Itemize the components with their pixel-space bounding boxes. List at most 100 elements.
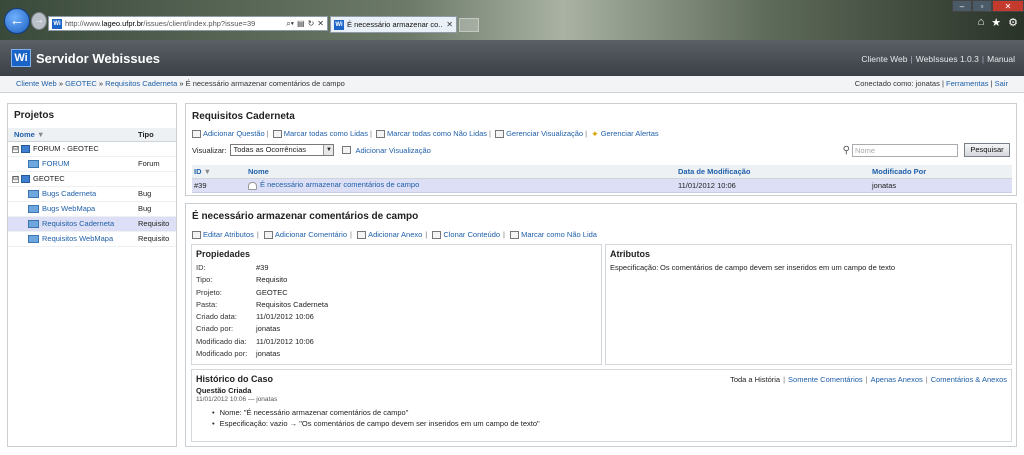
settings-gear-icon[interactable]: ⚙ (1008, 16, 1018, 29)
breadcrumb-geotec[interactable]: GEOTEC (65, 79, 97, 88)
history-user: jonatas (256, 396, 278, 403)
detail-toolbar: Editar Atributos | Adicionar Comentário | … (192, 230, 597, 240)
add-comment-link[interactable]: Adicionar Comentário (275, 230, 347, 239)
forward-arrow-icon[interactable]: → (31, 12, 47, 30)
prop-row: Criado por: jonatas (196, 324, 281, 334)
prop-row: Projeto: GEOTEC (196, 287, 288, 297)
browser-chrome: ← → Wi http://www.lageo.ufpr.br/issues/c… (0, 0, 1024, 40)
add-attachment-link[interactable]: Adicionar Anexo (368, 230, 422, 239)
prop-row: Tipo: Requisito (196, 275, 288, 285)
folder-row-bugs-caderneta[interactable]: Bugs Caderneta Bug (8, 186, 176, 202)
paperclip-icon (357, 231, 367, 240)
prop-row: Pasta: Requisitos Caderneta (196, 299, 329, 309)
project-row-geotec[interactable]: ⊟ GEOTEC (8, 171, 176, 187)
new-tab-button[interactable] (459, 18, 479, 32)
add-view-link[interactable]: Adicionar Visualização (355, 146, 430, 155)
prop-row: Modificado por: jonatas (196, 349, 281, 359)
comment-icon (263, 231, 273, 240)
col-modified-header[interactable]: Data de Modificação (676, 165, 870, 179)
close-window-icon[interactable]: ✕ (992, 0, 1024, 12)
attributes-title: Atributos (610, 249, 650, 259)
folder-row-requisitos-webmapa[interactable]: Requisitos WebMapa Requisito (8, 231, 176, 247)
issue-link[interactable]: É necessário armazenar comentários de ca… (260, 180, 419, 189)
stop-icon[interactable]: ✕ (317, 19, 324, 28)
prop-row: Modificado dia: 11/01/2012 10:06 (196, 336, 314, 346)
mark-all-unread-link[interactable]: Marcar todas como Não Lidas (387, 129, 487, 138)
breadcrumb: Cliente Web » GEOTEC » Requisitos Cadern… (16, 79, 345, 88)
folder-row-bugs-webmapa[interactable]: Bugs WebMapa Bug (8, 201, 176, 217)
folder-row-requisitos-caderneta[interactable]: Requisitos Caderneta Requisito (8, 216, 176, 232)
history-filters: Toda a História | Somente Comentários | Apen… (730, 375, 1007, 384)
search-box: ⚲ Nome Pesquisar (843, 143, 1010, 157)
history-changes: Nome: "É necessário armazenar comentário… (192, 408, 1011, 430)
issue-detail-panel: É necessário armazenar comentários de ca… (185, 203, 1017, 447)
history-filter-comments[interactable]: Somente Comentários (788, 375, 863, 384)
sair-link[interactable]: Sair (995, 79, 1008, 88)
view-selector: Visualizar: Todas as Ocorrências ▼ Adicio… (192, 144, 431, 156)
col-name-header[interactable]: Nome (246, 165, 676, 179)
chevron-down-icon: ▼ (323, 145, 334, 155)
manage-views-icon (495, 130, 505, 139)
header-link-cliente-web[interactable]: Cliente Web (861, 54, 907, 64)
header-link-manual[interactable]: Manual (987, 54, 1015, 64)
folder-row-forum[interactable]: FORUM Forum (8, 156, 176, 172)
history-filter-both[interactable]: Comentários & Anexos (931, 375, 1007, 384)
folder-icon (28, 235, 39, 243)
mark-all-read-link[interactable]: Marcar todas como Lidas (284, 129, 368, 138)
breadcrumb-cliente-web[interactable]: Cliente Web (16, 79, 57, 88)
folder-icon (28, 160, 39, 168)
manage-views-link[interactable]: Gerenciar Visualização (506, 129, 583, 138)
list-toolbar: Adicionar Questão | Marcar todas como Lid… (192, 129, 659, 140)
mark-read-icon (272, 130, 282, 139)
issue-list-panel: Requisitos Caderneta Adicionar Questão | … (185, 103, 1017, 196)
breadcrumb-requisitos[interactable]: Requisitos Caderneta (105, 79, 177, 88)
manage-alerts-link[interactable]: Gerenciar Alertas (601, 129, 659, 138)
attr-row: Especificação: Os comentários de campo de… (610, 263, 896, 272)
project-row-forum-geotec[interactable]: ⊟ FORUM - GEOTEC (8, 141, 176, 157)
view-select[interactable]: Todas as Ocorrências ▼ (230, 144, 335, 156)
minimize-icon[interactable]: – (952, 0, 972, 12)
header-links: Cliente Web | WebIssues 1.0.3 | Manual (861, 54, 1015, 64)
add-issue-link[interactable]: Adicionar Questão (203, 129, 265, 138)
search-input[interactable]: Nome (852, 143, 958, 157)
search-button[interactable]: Pesquisar (964, 143, 1010, 157)
col-modified-by-header[interactable]: Modificado Por (870, 165, 1012, 179)
issue-title: É necessário armazenar comentários de ca… (192, 211, 419, 222)
history-filter-all[interactable]: Toda a História (730, 375, 780, 384)
clone-link[interactable]: Clonar Conteúdo (443, 230, 500, 239)
refresh-icon[interactable]: ↻ (308, 19, 315, 28)
mark-unread-link[interactable]: Marcar como Não Lida (521, 230, 597, 239)
collapse-icon[interactable]: ⊟ (12, 175, 19, 183)
url-text[interactable]: http://www.lageo.ufpr.br/issues/client/i… (65, 19, 286, 28)
current-user: jonatas (915, 79, 940, 88)
compat-icon[interactable]: ▤ (297, 19, 305, 28)
unread-bell-icon (248, 181, 257, 190)
sort-desc-icon: ▼ (203, 166, 212, 176)
prop-row: ID: #39 (196, 263, 269, 272)
address-bar[interactable]: Wi http://www.lageo.ufpr.br/issues/clien… (48, 16, 328, 31)
back-arrow-icon[interactable]: ← (4, 8, 30, 34)
collapse-icon[interactable]: ⊟ (12, 145, 19, 153)
list-item: Especificação: vazio → "Os comentários d… (212, 419, 1011, 430)
col-nome-header[interactable]: Nome ▼ (8, 128, 134, 142)
tab-close-icon[interactable]: ✕ (446, 20, 453, 29)
browser-tab[interactable]: Wi É necessário armazenar co... ✕ (330, 16, 457, 33)
col-tipo-header[interactable]: Tipo (134, 128, 176, 142)
col-id-header[interactable]: ID ▼ (192, 165, 246, 179)
maximize-icon[interactable]: ▫ (972, 0, 992, 12)
envelope-icon (510, 231, 520, 240)
clone-icon (432, 231, 442, 240)
folder-title: Requisitos Caderneta (192, 111, 295, 122)
alert-star-icon: ✦ (591, 129, 599, 140)
attributes-box: Atributos Especificação: Os comentários d… (605, 244, 1012, 365)
home-icon[interactable]: ⌂ (978, 16, 985, 29)
add-issue-icon (192, 130, 201, 139)
edit-attributes-link[interactable]: Editar Atributos (203, 230, 254, 239)
table-row[interactable]: #39 É necessário armazenar comentários d… (192, 178, 1012, 193)
favorites-star-icon[interactable]: ★ (991, 16, 1001, 29)
list-item: Nome: "É necessário armazenar comentário… (212, 408, 1011, 419)
search-dropdown-icon[interactable]: ⌕▾ (286, 19, 294, 29)
header-link-version[interactable]: WebIssues 1.0.3 (916, 54, 979, 64)
history-filter-attachments[interactable]: Apenas Anexos (871, 375, 923, 384)
ferramentas-link[interactable]: Ferramentas (946, 79, 989, 88)
